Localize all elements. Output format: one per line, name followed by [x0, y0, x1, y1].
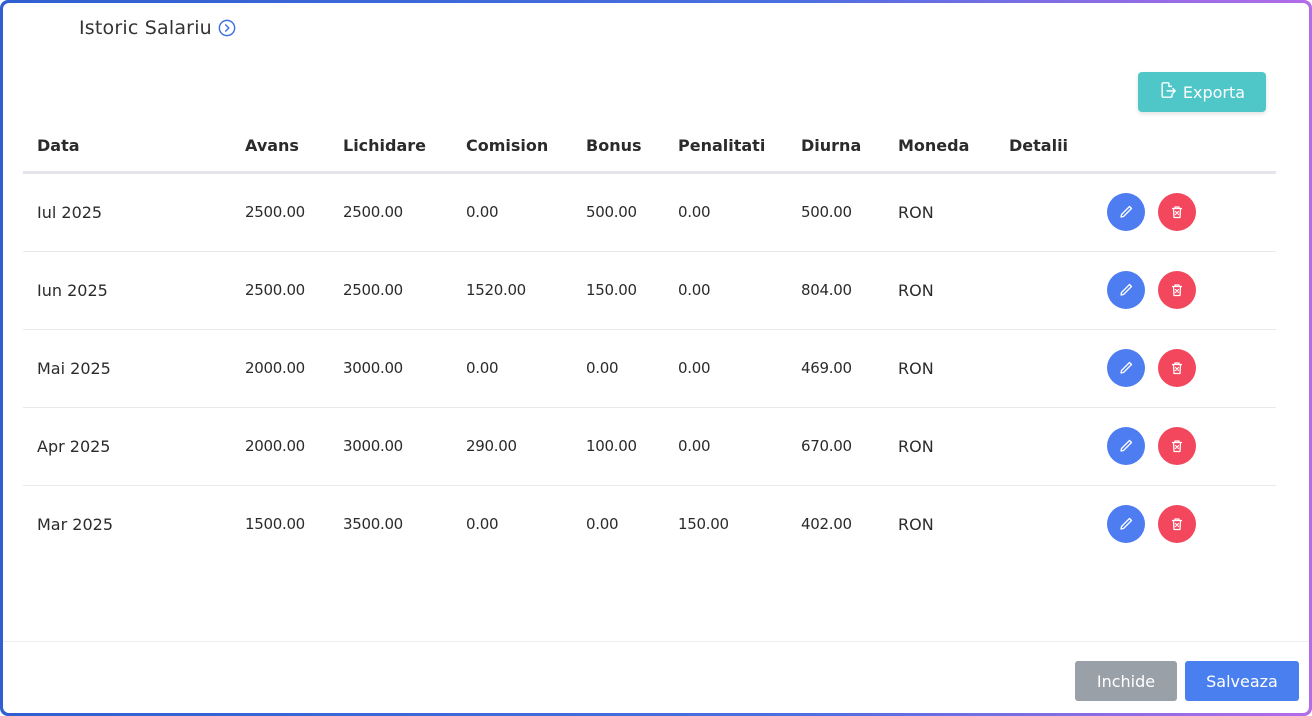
delete-button[interactable] — [1158, 505, 1196, 543]
cell-lichidare: 3000.00 — [343, 437, 403, 455]
cell-diurna: 670.00 — [801, 437, 852, 455]
pencil-icon — [1120, 361, 1133, 374]
cell-lichidare: 3500.00 — [343, 515, 403, 533]
table-header: Data Avans Lichidare Comision Bonus Pena… — [23, 123, 1276, 174]
cell-lichidare: 2500.00 — [343, 281, 403, 299]
cell-moneda: RON — [898, 515, 934, 534]
table-row: Mar 2025 1500.00 3500.00 0.00 0.00 150.0… — [23, 486, 1276, 563]
cell-lichidare: 3000.00 — [343, 359, 403, 377]
header-diurna[interactable]: Diurna — [801, 136, 861, 155]
cell-diurna: 804.00 — [801, 281, 852, 299]
trash-icon — [1172, 206, 1182, 219]
table-row: Iul 2025 2500.00 2500.00 0.00 500.00 0.0… — [23, 174, 1276, 252]
cell-comision: 0.00 — [466, 515, 499, 533]
save-button[interactable]: Salveaza — [1185, 661, 1299, 701]
edit-button[interactable] — [1107, 193, 1145, 231]
salary-history-table: Data Avans Lichidare Comision Bonus Pena… — [23, 123, 1276, 563]
cell-moneda: RON — [898, 203, 934, 222]
cell-penalitati: 0.00 — [678, 359, 711, 377]
header-data[interactable]: Data — [37, 136, 80, 155]
delete-button[interactable] — [1158, 271, 1196, 309]
delete-button[interactable] — [1158, 427, 1196, 465]
export-button[interactable]: Exporta — [1138, 72, 1266, 112]
cell-penalitati: 0.00 — [678, 437, 711, 455]
cell-avans: 2500.00 — [245, 281, 305, 299]
table-row: Iun 2025 2500.00 2500.00 1520.00 150.00 … — [23, 252, 1276, 330]
cell-bonus: 500.00 — [586, 203, 637, 221]
close-button[interactable]: Inchide — [1075, 661, 1177, 701]
edit-button[interactable] — [1107, 349, 1145, 387]
cell-avans: 2000.00 — [245, 437, 305, 455]
header-detalii[interactable]: Detalii — [1009, 136, 1068, 155]
cell-comision: 0.00 — [466, 203, 499, 221]
edit-button[interactable] — [1107, 271, 1145, 309]
cell-diurna: 469.00 — [801, 359, 852, 377]
cell-data: Iul 2025 — [37, 203, 103, 222]
cell-penalitati: 150.00 — [678, 515, 729, 533]
cell-comision: 1520.00 — [466, 281, 526, 299]
cell-data: Iun 2025 — [37, 281, 108, 300]
cell-bonus: 0.00 — [586, 359, 619, 377]
cell-diurna: 500.00 — [801, 203, 852, 221]
header-lichidare[interactable]: Lichidare — [343, 136, 426, 155]
table-row: Mai 2025 2000.00 3000.00 0.00 0.00 0.00 … — [23, 330, 1276, 408]
chevron-right-circle-icon[interactable] — [218, 19, 236, 37]
cell-diurna: 402.00 — [801, 515, 852, 533]
modal-footer: Inchide Salveaza — [3, 641, 1309, 713]
header-comision[interactable]: Comision — [466, 136, 548, 155]
cell-avans: 1500.00 — [245, 515, 305, 533]
cell-penalitati: 0.00 — [678, 281, 711, 299]
cell-bonus: 100.00 — [586, 437, 637, 455]
cell-data: Apr 2025 — [37, 437, 111, 456]
header-avans[interactable]: Avans — [245, 136, 299, 155]
salary-history-modal: Istoric Salariu Exporta Data Avans Lichi… — [3, 3, 1309, 713]
cell-moneda: RON — [898, 437, 934, 456]
cell-moneda: RON — [898, 281, 934, 300]
cell-bonus: 0.00 — [586, 515, 619, 533]
cell-penalitati: 0.00 — [678, 203, 711, 221]
header-penalitati[interactable]: Penalitati — [678, 136, 765, 155]
pencil-icon — [1120, 439, 1133, 452]
cell-lichidare: 2500.00 — [343, 203, 403, 221]
trash-icon — [1172, 518, 1182, 531]
cell-avans: 2000.00 — [245, 359, 305, 377]
modal-frame: Istoric Salariu Exporta Data Avans Lichi… — [0, 0, 1312, 716]
cell-comision: 0.00 — [466, 359, 499, 377]
trash-icon — [1172, 284, 1182, 297]
trash-icon — [1172, 440, 1182, 453]
pencil-icon — [1120, 283, 1133, 296]
cell-moneda: RON — [898, 359, 934, 378]
delete-button[interactable] — [1158, 349, 1196, 387]
cell-comision: 290.00 — [466, 437, 517, 455]
edit-button[interactable] — [1107, 427, 1145, 465]
cell-data: Mar 2025 — [37, 515, 113, 534]
modal-title: Istoric Salariu — [79, 17, 236, 39]
trash-icon — [1172, 362, 1182, 375]
cell-avans: 2500.00 — [245, 203, 305, 221]
cell-data: Mai 2025 — [37, 359, 111, 378]
pencil-icon — [1120, 517, 1133, 530]
delete-button[interactable] — [1158, 193, 1196, 231]
file-export-icon — [1159, 81, 1177, 103]
header-moneda[interactable]: Moneda — [898, 136, 969, 155]
edit-button[interactable] — [1107, 505, 1145, 543]
export-button-label: Exporta — [1182, 82, 1246, 102]
cell-bonus: 150.00 — [586, 281, 637, 299]
header-bonus[interactable]: Bonus — [586, 136, 642, 155]
modal-title-text: Istoric Salariu — [79, 17, 212, 39]
pencil-icon — [1120, 205, 1133, 218]
table-row: Apr 2025 2000.00 3000.00 290.00 100.00 0… — [23, 408, 1276, 486]
